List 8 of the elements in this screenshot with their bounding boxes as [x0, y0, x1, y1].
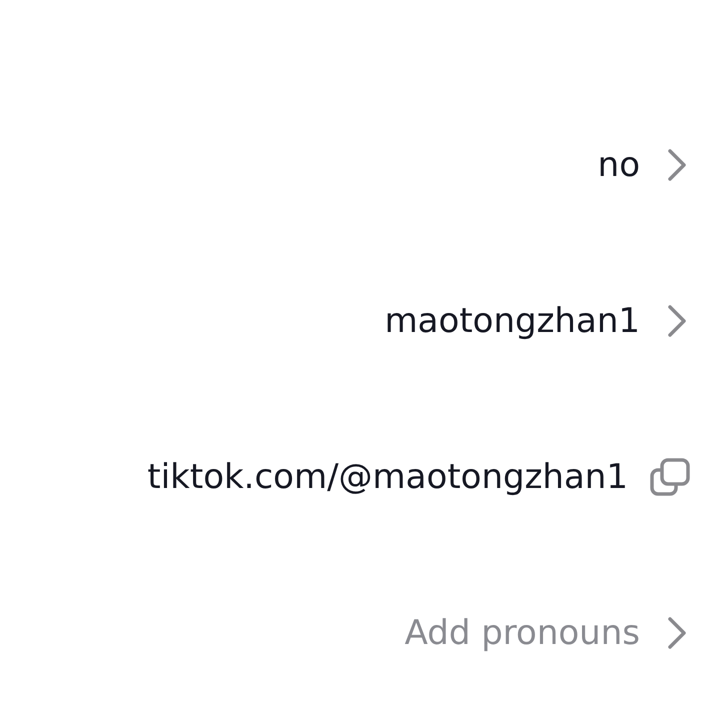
copy-icon[interactable] — [650, 458, 690, 496]
chevron-right-icon[interactable] — [666, 616, 688, 650]
chevron-right-icon[interactable] — [666, 304, 688, 338]
field-value: no — [598, 145, 640, 185]
chevron-right-icon[interactable] — [666, 148, 688, 182]
field-value: tiktok.com/@maotongzhan1 — [147, 457, 628, 497]
field-value: maotongzhan1 — [384, 301, 640, 341]
input-field[interactable]: Add pronouns — [404, 613, 640, 653]
